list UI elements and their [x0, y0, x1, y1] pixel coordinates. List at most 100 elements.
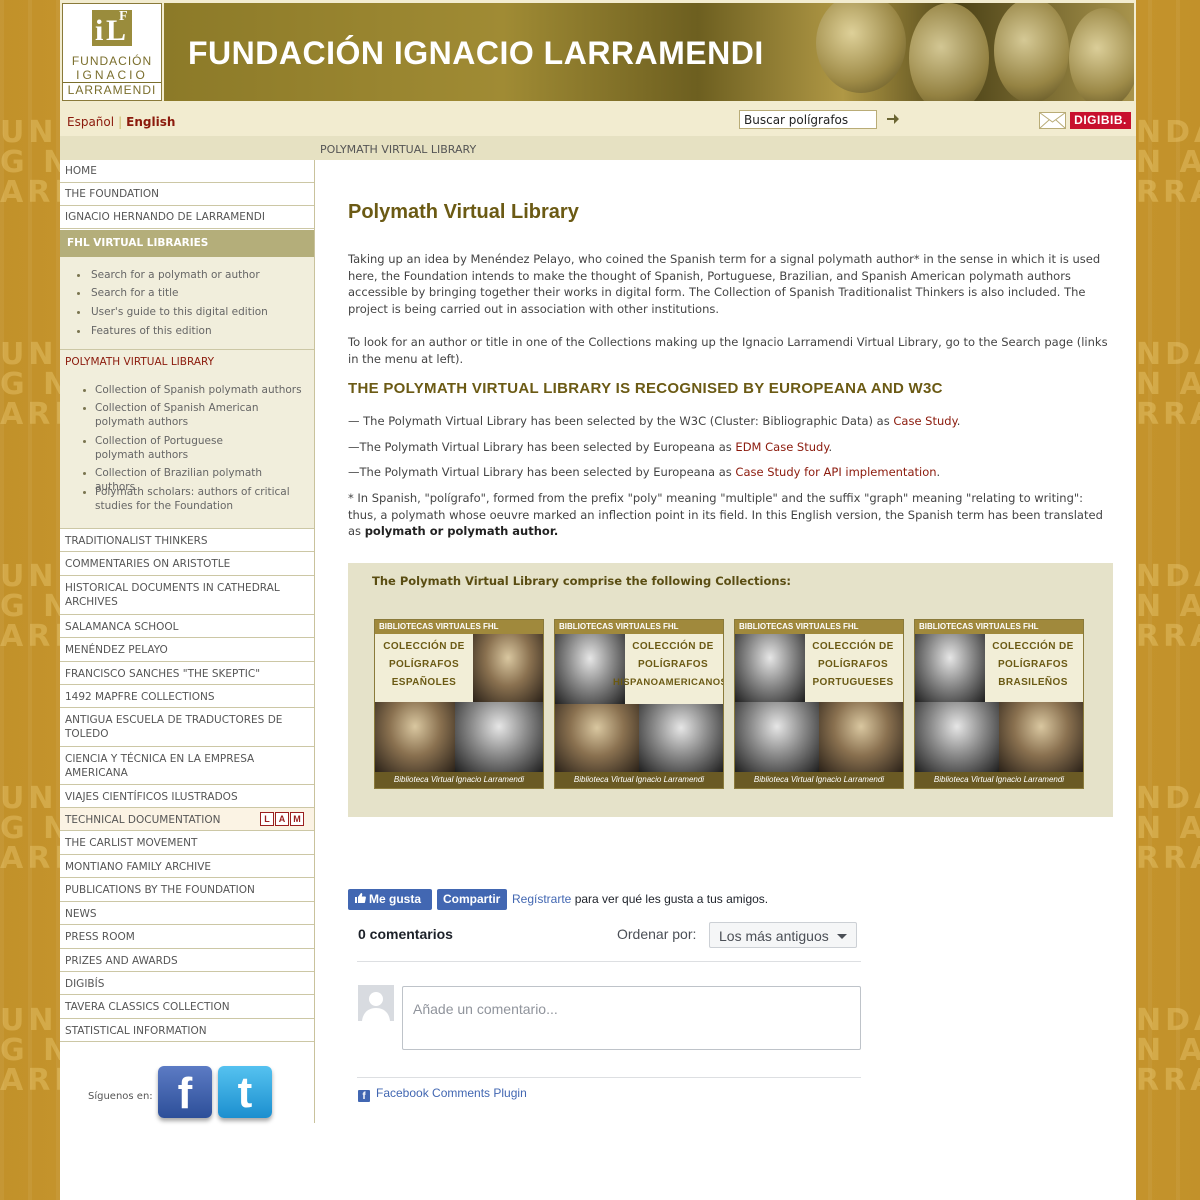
banner-title: FUNDACIÓN IGNACIO LARRAMENDI: [188, 35, 764, 71]
card-line: POLÍGRAFOS: [817, 659, 889, 670]
sidebar-item-aristotle[interactable]: COMMENTARIES ON ARISTOTLE: [60, 552, 314, 576]
lam-letter: L: [260, 812, 274, 826]
background-watermark-right-3: NDA N A RRA: [1136, 559, 1200, 654]
sidebar-subitem-portuguese-polymaths[interactable]: Collection of Portuguese polymath author…: [95, 434, 275, 462]
site-logo[interactable]: i L F FUNDACIÓN IGNACIO LARRAMENDI: [62, 3, 162, 101]
sidebar-item-francisco-sanches[interactable]: FRANCISCO SANCHES "THE SKEPTIC": [60, 662, 314, 685]
sidebar-item-tavera[interactable]: TAVERA CLASSICS COLLECTION: [60, 995, 314, 1019]
portrait-image: [639, 704, 723, 772]
card-line: COLECCIÓN DE: [383, 641, 465, 652]
card-line: COLECCIÓN DE: [992, 641, 1074, 652]
sidebar-item-montiano[interactable]: MONTIANO FAMILY ARCHIVE: [60, 855, 314, 878]
arrow-right-icon[interactable]: [886, 112, 900, 126]
sidebar-subitem-features[interactable]: Features of this edition: [91, 324, 212, 338]
facebook-share-button[interactable]: Compartir: [437, 889, 507, 910]
card-header: BIBLIOTECAS VIRTUALES FHL: [375, 620, 543, 634]
card-line: PORTUGUESES: [812, 677, 894, 688]
sidebar-subitem-users-guide[interactable]: User's guide to this digital edition: [91, 305, 268, 319]
lam-letter: A: [275, 812, 289, 826]
sidebar-subitem-spanish-polymaths[interactable]: Collection of Spanish polymath authors: [95, 383, 305, 397]
card-footer: Biblioteca Virtual Ignacio Larramendi: [915, 772, 1083, 788]
sidebar-subitem-spanish-american-polymaths[interactable]: Collection of Spanish American polymath …: [95, 401, 305, 429]
recognition-text: —The Polymath Virtual Library has been s…: [348, 465, 736, 479]
sidebar-item-technical-docs[interactable]: TECHNICAL DOCUMENTATION LAM: [60, 808, 314, 831]
header-banner: FUNDACIÓN IGNACIO LARRAMENDI: [164, 3, 1134, 101]
sidebar-item-carlist[interactable]: THE CARLIST MOVEMENT: [60, 831, 314, 855]
banner-portrait: [909, 3, 989, 101]
facebook-like-button[interactable]: Me gusta: [348, 889, 432, 910]
facebook-register-text: Regístrarte para ver qué les gusta a tus…: [512, 892, 768, 906]
facebook-register-link[interactable]: Regístrarte: [512, 892, 571, 906]
facebook-icon[interactable]: f: [158, 1066, 212, 1118]
recognition-europeana-api: —The Polymath Virtual Library has been s…: [348, 464, 1114, 481]
card-header: BIBLIOTECAS VIRTUALES FHL: [555, 620, 723, 634]
lang-en-link[interactable]: English: [126, 115, 175, 129]
sidebar-item-home[interactable]: HOME: [60, 160, 314, 183]
sidebar-item-publications[interactable]: PUBLICATIONS BY THE FOUNDATION: [60, 878, 314, 902]
card-line: COLECCIÓN DE: [812, 641, 894, 652]
order-by-select[interactable]: Los más antiguos: [709, 922, 857, 948]
api-case-study-link[interactable]: Case Study for API implementation: [735, 465, 936, 479]
sidebar-item-menendez-pelayo[interactable]: MENÉNDEZ PELAYO: [60, 638, 314, 662]
page-title: Polymath Virtual Library: [348, 201, 579, 223]
digibib-logo[interactable]: DIGIBIB.: [1070, 112, 1131, 129]
sidebar-subitem-search-polymath[interactable]: Search for a polymath or author: [91, 268, 260, 282]
case-study-link[interactable]: Case Study: [893, 414, 956, 428]
portrait-image: [473, 634, 543, 702]
sidebar-item-statistics[interactable]: STATISTICAL INFORMATION: [60, 1019, 314, 1042]
twitter-icon[interactable]: t: [218, 1066, 272, 1118]
register-rest-text: para ver qué les gusta a tus amigos.: [571, 892, 769, 906]
lam-letter: M: [290, 812, 304, 826]
collection-card-spanish-american[interactable]: BIBLIOTECAS VIRTUALES FHL COLECCIÓN DE P…: [554, 619, 724, 789]
edm-case-study-link[interactable]: EDM Case Study: [735, 440, 828, 454]
sidebar-item-ciencia-tecnica[interactable]: CIENCIA Y TÉCNICA EN LA EMPRESA AMERICAN…: [60, 747, 314, 785]
sidebar-item-digibis[interactable]: DIGIBÍS: [60, 972, 314, 995]
card-line: ESPAÑOLES: [391, 677, 457, 688]
sidebar-item-toledo[interactable]: ANTIGUA ESCUELA DE TRADUCTORES DE TOLEDO: [60, 708, 314, 747]
sidebar-item-larramendi[interactable]: IGNACIO HERNANDO DE LARRAMENDI: [60, 206, 314, 229]
portrait-image: [375, 702, 455, 772]
background-watermark-right-2: NDA N A RRA: [1136, 337, 1200, 432]
thumbs-up-icon: [355, 893, 366, 903]
lam-badge-icon[interactable]: LAM: [260, 812, 304, 826]
search-input[interactable]: [739, 110, 877, 129]
lang-separator: |: [118, 115, 123, 129]
sidebar-item-viajes[interactable]: VIAJES CIENTÍFICOS ILUSTRADOS: [60, 785, 314, 808]
portrait-image: [555, 704, 639, 772]
collection-card-portuguese[interactable]: BIBLIOTECAS VIRTUALES FHL COLECCIÓN DE P…: [734, 619, 904, 789]
comment-input[interactable]: Añade un comentario...: [402, 986, 861, 1050]
bullet-icon: [83, 472, 86, 475]
collection-card-spanish[interactable]: BIBLIOTECAS VIRTUALES FHL COLECCIÓN DE P…: [374, 619, 544, 789]
card-footer: Biblioteca Virtual Ignacio Larramendi: [375, 772, 543, 788]
mail-icon[interactable]: [1039, 112, 1066, 129]
lang-es-link[interactable]: Español: [67, 115, 114, 129]
card-line: HISPANOAMERICANOS: [613, 677, 724, 688]
sidebar-section-fhl[interactable]: FHL VIRTUAL LIBRARIES: [60, 230, 314, 257]
order-by-label: Ordenar por:: [617, 926, 697, 942]
sidebar-subitem-polymath-scholars[interactable]: Polymath scholars: authors of critical s…: [95, 485, 295, 513]
portrait-image: [735, 634, 805, 702]
sidebar-item-traditionalist[interactable]: TRADITIONALIST THINKERS: [60, 529, 314, 552]
facebook-plugin-link[interactable]: f Facebook Comments Plugin: [358, 1086, 527, 1102]
sidebar-item-foundation[interactable]: THE FOUNDATION: [60, 183, 314, 206]
plugin-label: Facebook Comments Plugin: [376, 1086, 527, 1100]
sidebar-section-polymath[interactable]: POLYMATH VIRTUAL LIBRARY: [60, 356, 314, 368]
portrait-image: [455, 702, 543, 772]
sidebar-item-press-room[interactable]: PRESS ROOM: [60, 925, 314, 949]
bullet-icon: [83, 491, 86, 494]
sidebar-item-salamanca[interactable]: SALAMANCA SCHOOL: [60, 615, 314, 638]
sidebar-item-cathedral-archives[interactable]: HISTORICAL DOCUMENTS IN CATHEDRAL ARCHIV…: [60, 576, 314, 615]
sidebar-subitem-search-title[interactable]: Search for a title: [91, 286, 179, 300]
search-hint-paragraph: To look for an author or title in one of…: [348, 335, 1108, 366]
recognition-text: —The Polymath Virtual Library has been s…: [348, 440, 736, 454]
divider: [357, 961, 861, 962]
follow-us-label: Síguenos en:: [88, 1091, 153, 1102]
sidebar-item-prizes[interactable]: PRIZES AND AWARDS: [60, 949, 314, 972]
bullet-icon: [77, 274, 80, 277]
collection-card-brazilian[interactable]: BIBLIOTECAS VIRTUALES FHL COLECCIÓN DE P…: [914, 619, 1084, 789]
footnote: * In Spanish, "polígrafo", formed from t…: [348, 490, 1114, 540]
background-watermark-right: NDA N A RRA: [1136, 115, 1200, 210]
sidebar-item-news[interactable]: NEWS: [60, 902, 314, 925]
user-silhouette-icon: [358, 985, 394, 1021]
sidebar-item-mapfre[interactable]: 1492 MAPFRE COLLECTIONS: [60, 685, 314, 708]
